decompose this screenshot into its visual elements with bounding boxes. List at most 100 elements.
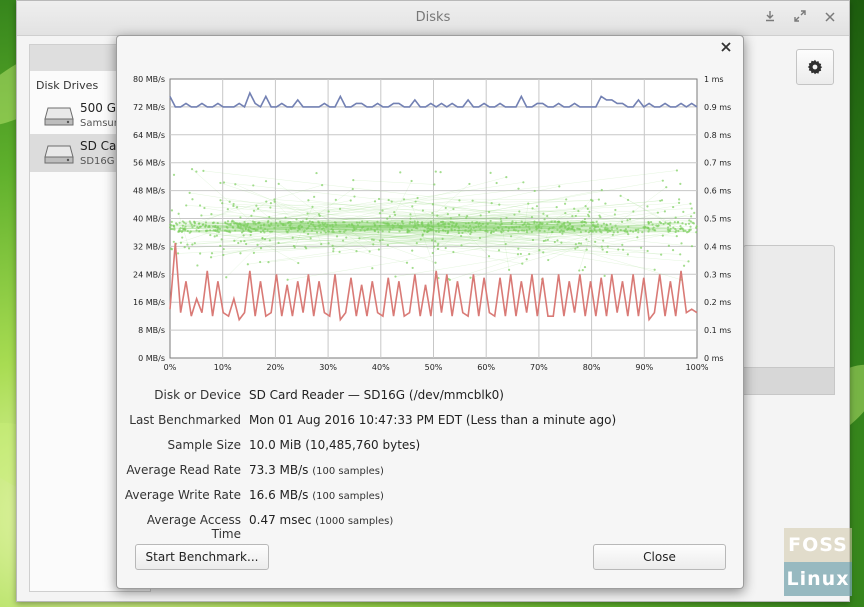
settings-button[interactable] [796, 49, 834, 85]
access-time-point [209, 233, 212, 237]
detail-sample-count: (100 samples) [312, 491, 384, 502]
x-tick-label: 90% [635, 363, 653, 372]
access-time-point [286, 278, 289, 281]
access-time-point [458, 199, 461, 202]
access-time-point [332, 230, 335, 233]
titlebar: Disks [17, 1, 849, 36]
y-tick-label-left: 0 MB/s [138, 354, 165, 363]
access-time-point [653, 268, 656, 271]
access-time-point [528, 223, 531, 226]
access-time-point [436, 214, 439, 217]
access-time-point [690, 215, 693, 218]
access-time-point [416, 196, 419, 200]
detail-label: Average Read Rate [126, 463, 241, 477]
access-time-point [679, 182, 682, 185]
access-time-point [281, 223, 285, 226]
maximize-icon[interactable] [789, 1, 811, 35]
access-time-point [259, 260, 262, 264]
access-time-point [229, 222, 232, 225]
detail-value: Mon 01 Aug 2016 10:47:33 PM EDT (Less th… [249, 413, 616, 427]
detail-label: Last Benchmarked [129, 413, 241, 427]
y-tick-label-right: 0.8 ms [704, 131, 731, 140]
access-time-point [626, 198, 630, 202]
y-tick-label-left: 16 MB/s [133, 298, 165, 307]
access-time-point [394, 275, 397, 278]
access-time-point [193, 224, 196, 227]
x-tick-label: 0% [164, 363, 177, 372]
access-time-point [373, 222, 376, 225]
access-time-point [517, 247, 520, 250]
y-tick-label-left: 48 MB/s [133, 187, 165, 196]
y-tick-label-right: 0.6 ms [704, 187, 731, 196]
access-time-point [371, 267, 374, 270]
access-time-point [649, 220, 653, 224]
access-time-point [349, 199, 352, 202]
disk-drives-heading: Disk Drives [36, 79, 99, 92]
access-time-point [677, 221, 680, 224]
access-time-point [682, 264, 686, 267]
y-tick-label-left: 80 MB/s [133, 75, 165, 84]
access-time-point [505, 176, 508, 179]
detail-sample-count: (100 samples) [312, 466, 384, 477]
start-benchmark-button[interactable]: Start Benchmark... [135, 544, 269, 570]
access-time-point [527, 225, 530, 228]
access-time-point [219, 181, 222, 185]
watermark-top: FOSS [784, 528, 852, 562]
access-time-point [680, 242, 683, 245]
access-time-point [600, 188, 603, 192]
access-time-point [237, 241, 240, 245]
y-tick-label-left: 40 MB/s [133, 215, 165, 224]
access-time-point [439, 171, 442, 174]
access-time-point [626, 219, 629, 222]
access-time-point [214, 229, 217, 232]
y-tick-label-right: 0.7 ms [704, 159, 731, 168]
access-time-point [267, 261, 270, 264]
access-time-point [656, 211, 659, 214]
access-time-point [269, 206, 272, 209]
drive-model: SD16G [80, 156, 115, 167]
access-time-point [236, 223, 239, 226]
access-time-point [606, 245, 609, 248]
access-time-point [269, 201, 272, 205]
access-time-point [621, 248, 625, 251]
access-time-point [209, 256, 213, 259]
x-tick-label: 50% [425, 363, 443, 372]
x-tick-label: 80% [583, 363, 601, 372]
access-time-point [323, 229, 326, 232]
access-time-point [573, 207, 576, 210]
access-time-point [199, 252, 202, 255]
access-time-point [610, 228, 613, 231]
access-time-point [583, 265, 587, 269]
access-time-point [429, 227, 432, 231]
y-tick-label-right: 0.3 ms [704, 270, 731, 279]
y-tick-label-right: 0.4 ms [704, 242, 731, 251]
access-time-point [668, 228, 671, 232]
download-icon[interactable] [759, 1, 781, 35]
partition-bar [743, 367, 835, 395]
access-time-point [597, 198, 600, 201]
access-time-point [239, 252, 242, 255]
close-icon[interactable] [819, 1, 841, 35]
x-tick-label: 40% [372, 363, 390, 372]
access-time-point [687, 222, 691, 225]
access-time-point [315, 171, 318, 175]
access-time-point [591, 199, 594, 202]
foss-linux-watermark: FOSS Linux [784, 528, 852, 596]
access-time-point [377, 197, 381, 201]
access-time-point [327, 210, 330, 213]
hard-disk-icon [44, 107, 74, 126]
close-button[interactable]: Close [593, 544, 726, 570]
detail-value: 10.0 MiB (10,485,760 bytes) [249, 438, 420, 452]
access-time-point [219, 244, 222, 247]
access-time-point [353, 195, 356, 198]
access-time-point [639, 246, 643, 249]
access-time-point [392, 225, 395, 228]
access-time-point [634, 229, 637, 232]
access-time-point [441, 237, 444, 241]
access-time-point [181, 229, 184, 232]
access-time-point [226, 208, 229, 211]
access-time-point [489, 171, 492, 174]
access-time-point [226, 220, 230, 223]
access-time-point [664, 221, 667, 224]
access-time-point [667, 244, 670, 247]
